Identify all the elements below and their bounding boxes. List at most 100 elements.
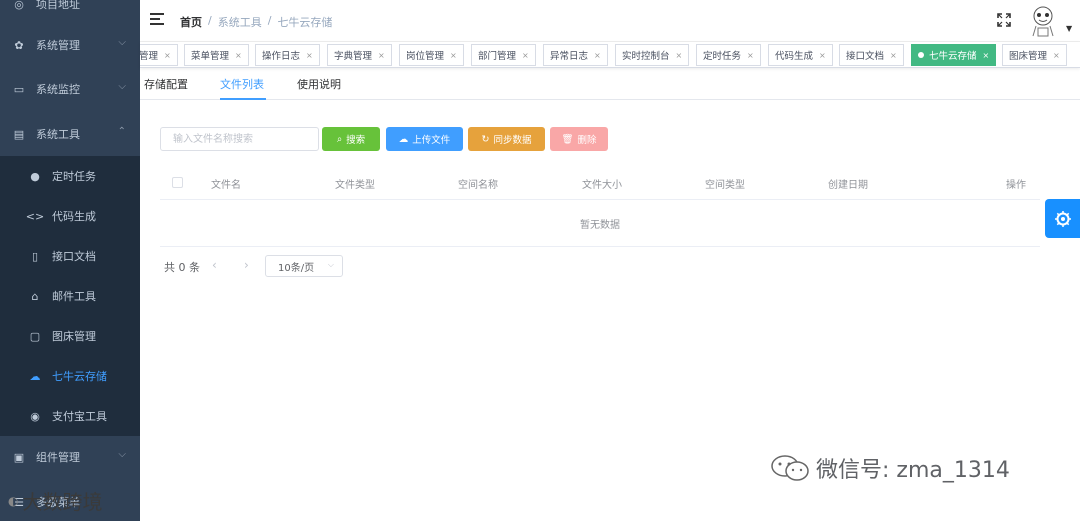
tag-item[interactable]: 代码生成 × xyxy=(768,44,833,66)
component-icon: ▣ xyxy=(13,450,25,464)
close-icon[interactable]: × xyxy=(522,51,529,60)
tag-label: 图床管理 xyxy=(1009,51,1048,62)
chevron-down-icon: ⌵ xyxy=(118,37,126,48)
breadcrumb-current: 七牛云存储 xyxy=(277,16,333,29)
sidebar: ◎ 项目地址 ✿ 系统管理 ⌵ ▭ 系统监控 ⌵ ▤ 系统工具 ⌃ ● 定时任务… xyxy=(0,0,140,521)
sidebar-item-label: 组件管理 xyxy=(36,451,80,464)
sidebar-item-label: 代码生成 xyxy=(52,210,96,223)
active-dot-icon xyxy=(918,52,924,58)
close-icon[interactable]: × xyxy=(890,51,897,60)
image-icon: ▢ xyxy=(29,329,41,343)
close-icon[interactable]: × xyxy=(164,51,171,60)
tab-usage-guide[interactable]: 使用说明 xyxy=(297,76,341,92)
sidebar-item-component-management[interactable]: ▣ 组件管理 ⌵ xyxy=(0,435,140,479)
table-empty-text: 暂无数据 xyxy=(160,200,1040,247)
sidebar-item-qiniu-storage[interactable]: ☁ 七牛云存储 xyxy=(0,356,140,396)
sidebar-item-api-docs[interactable]: ▯ 接口文档 xyxy=(0,236,140,276)
close-icon[interactable]: × xyxy=(676,51,683,60)
breadcrumb-home[interactable]: 首页 xyxy=(180,14,202,30)
sidebar-item-label: 图床管理 xyxy=(52,330,96,343)
close-icon[interactable]: × xyxy=(594,51,601,60)
alipay-icon: ◉ xyxy=(30,409,40,423)
link-icon: ◎ xyxy=(14,0,24,11)
navbar: 首页 / 系统工具 / 七牛云存储 ▼ xyxy=(140,0,1080,42)
sidebar-item-image-hosting[interactable]: ▢ 图床管理 xyxy=(0,316,140,356)
tag-label: 实时控制台 xyxy=(622,51,670,62)
close-icon[interactable]: × xyxy=(1053,51,1060,60)
chevron-left-icon[interactable]: ‹ xyxy=(212,258,217,272)
sidebar-item-system-tools[interactable]: ▤ 系统工具 ⌃ xyxy=(0,112,140,156)
tag-item[interactable]: 部门管理 × xyxy=(471,44,536,66)
page-size-select[interactable]: 10条/页 ⌵ xyxy=(265,255,343,277)
sidebar-item-label: 系统管理 xyxy=(36,39,80,52)
search-button[interactable]: ⌕ 搜索 xyxy=(322,127,380,151)
delete-button[interactable]: 🗑 删除 xyxy=(550,127,608,151)
tag-label: 代码生成 xyxy=(775,51,814,62)
search-input[interactable] xyxy=(160,127,319,151)
wechat-icon xyxy=(771,455,809,481)
breadcrumb-system-tools: 系统工具 xyxy=(217,16,262,29)
close-icon[interactable]: × xyxy=(983,51,990,60)
content-tabs: 存储配置 文件列表 使用说明 xyxy=(140,68,1080,100)
sidebar-item-code-generation[interactable]: <> 代码生成 xyxy=(0,196,140,236)
close-icon[interactable]: × xyxy=(235,51,242,60)
tag-item[interactable]: 岗位管理 × xyxy=(399,44,464,66)
code-icon: <> xyxy=(25,209,45,223)
sidebar-item-alipay-tool[interactable]: ◉ 支付宝工具 xyxy=(0,396,140,436)
tag-item[interactable]: 管理 × xyxy=(140,44,178,66)
toolbox-icon: ▤ xyxy=(13,127,25,141)
close-icon[interactable]: × xyxy=(378,51,385,60)
column-header: 文件名 xyxy=(211,180,241,191)
close-icon[interactable]: × xyxy=(819,51,826,60)
tag-label: 操作日志 xyxy=(262,51,301,62)
sidebar-item-system-monitor[interactable]: ▭ 系统监控 ⌵ xyxy=(0,67,140,111)
tag-item[interactable]: 菜单管理 × xyxy=(184,44,249,66)
sidebar-item-email-tool[interactable]: ⌂ 邮件工具 xyxy=(0,276,140,316)
close-icon[interactable]: × xyxy=(306,51,313,60)
column-header: 空间类型 xyxy=(705,180,745,191)
tag-item[interactable]: 定时任务 × xyxy=(696,44,761,66)
avatar[interactable] xyxy=(1028,4,1058,38)
brand-watermark: ◐ 大数跨境 xyxy=(8,486,102,515)
tag-label: 菜单管理 xyxy=(191,51,230,62)
upload-button[interactable]: ☁ 上传文件 xyxy=(386,127,463,151)
tag-item[interactable]: 字典管理 × xyxy=(327,44,392,66)
close-icon[interactable]: × xyxy=(747,51,754,60)
tag-label: 七牛云存储 xyxy=(929,51,977,62)
caret-down-icon[interactable]: ▼ xyxy=(1066,24,1072,33)
button-label: 上传文件 xyxy=(412,135,451,146)
tab-storage-config[interactable]: 存储配置 xyxy=(144,76,188,92)
clock-icon: ● xyxy=(30,169,40,183)
column-header: 文件类型 xyxy=(335,180,375,191)
tag-item[interactable]: 操作日志 × xyxy=(255,44,320,66)
select-all-checkbox[interactable] xyxy=(172,177,183,188)
tag-item[interactable]: 图床管理 × xyxy=(1002,44,1067,66)
tag-item[interactable]: 实时控制台 × xyxy=(615,44,690,66)
hamburger-icon[interactable] xyxy=(150,13,164,27)
breadcrumb: 首页 / 系统工具 / 七牛云存储 xyxy=(180,14,332,30)
wechat-watermark-text: 微信号: zma_1314 xyxy=(816,458,1010,483)
sidebar-item-scheduled-tasks[interactable]: ● 定时任务 xyxy=(0,156,140,196)
column-header: 操作 xyxy=(1006,180,1026,191)
lock-icon: ⌂ xyxy=(31,289,39,303)
document-icon: ▯ xyxy=(31,249,39,263)
fullscreen-icon[interactable] xyxy=(996,12,1012,28)
sync-button[interactable]: ↻ 同步数据 xyxy=(468,127,545,151)
tag-item-active[interactable]: 七牛云存储 × xyxy=(911,44,997,66)
column-header: 空间名称 xyxy=(458,180,498,191)
monitor-icon: ▭ xyxy=(13,82,25,96)
pagination-total: 共 0 条 xyxy=(164,261,200,274)
sidebar-item-system-management[interactable]: ✿ 系统管理 ⌵ xyxy=(0,23,140,67)
cloud-upload-icon: ☁ xyxy=(398,133,409,145)
trash-icon: 🗑 xyxy=(561,133,574,145)
tag-item[interactable]: 接口文档 × xyxy=(839,44,904,66)
breadcrumb-separator: / xyxy=(267,14,272,27)
close-icon[interactable]: × xyxy=(450,51,457,60)
sidebar-item-label: 系统工具 xyxy=(36,128,80,141)
tags-view: 管理 × 菜单管理 × 操作日志 × 字典管理 × 岗位管理 × 部门管理 × 异常日志 × … xyxy=(140,42,1080,68)
refresh-icon: ↻ xyxy=(481,133,490,145)
tab-file-list[interactable]: 文件列表 xyxy=(220,76,264,92)
tag-item[interactable]: 异常日志 × xyxy=(543,44,608,66)
chevron-right-icon[interactable]: › xyxy=(244,258,249,272)
settings-float-button[interactable] xyxy=(1045,199,1080,238)
